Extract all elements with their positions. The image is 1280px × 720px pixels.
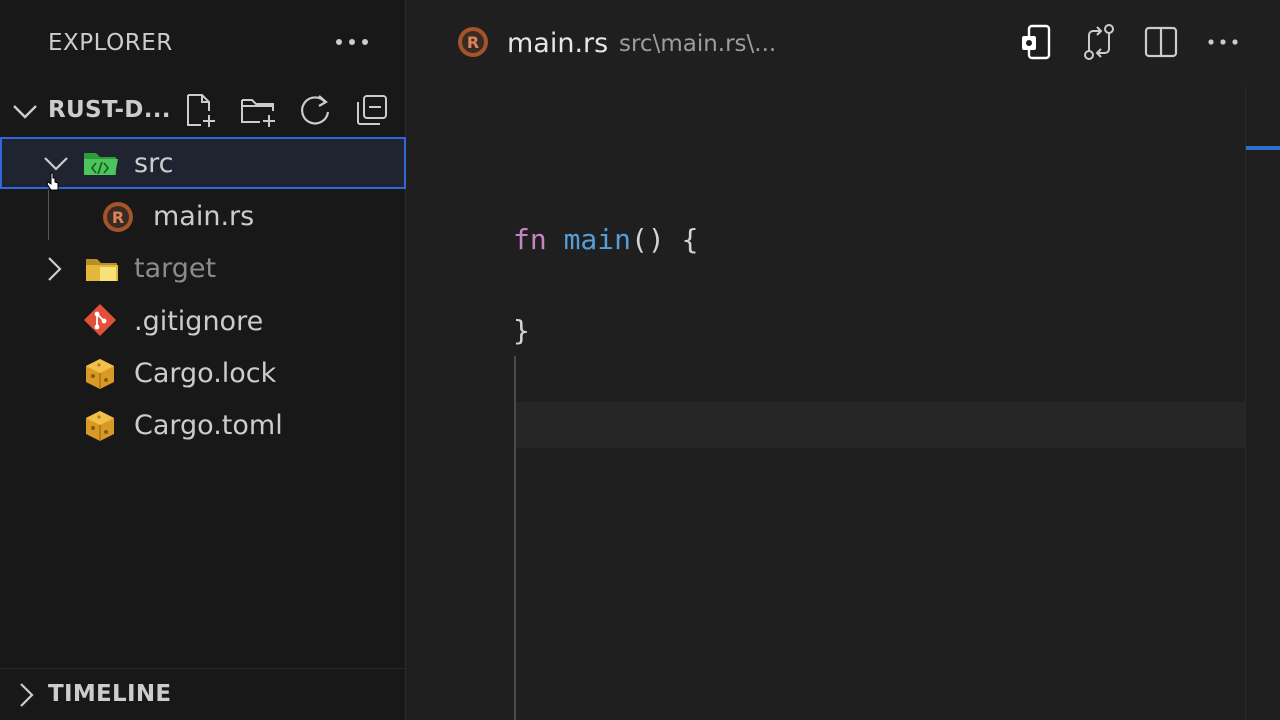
rust-file-icon: R bbox=[455, 24, 491, 60]
mouse-pointer-icon bbox=[46, 172, 60, 192]
workspace-title: RUST-D... bbox=[48, 97, 171, 123]
editor-tab-bar: R main.rs src\main.rs\... bbox=[407, 0, 1280, 86]
tree-item-label: src bbox=[134, 148, 174, 179]
indent-guide bbox=[514, 356, 516, 720]
explorer-sidebar: EXPLORER RUST-D... src R main.rs target … bbox=[0, 0, 406, 720]
tree-item-cargo-lock[interactable]: Cargo.lock bbox=[0, 348, 406, 400]
tree-item-label: target bbox=[134, 253, 217, 284]
timeline-section-header[interactable]: TIMELINE bbox=[0, 668, 406, 720]
cargo-icon bbox=[82, 408, 118, 444]
chevron-right-icon[interactable] bbox=[40, 255, 68, 283]
new-file-button[interactable] bbox=[180, 90, 220, 130]
function-name-token: main bbox=[563, 223, 632, 256]
device-gear-icon bbox=[1022, 24, 1051, 60]
rust-file-icon: R bbox=[100, 199, 136, 235]
collapse-all-button[interactable] bbox=[352, 90, 392, 130]
more-actions-button[interactable] bbox=[330, 24, 374, 60]
code-line-1[interactable]: fn main() { bbox=[513, 223, 698, 256]
refresh-button[interactable] bbox=[295, 90, 335, 130]
tree-item-label: main.rs bbox=[153, 201, 255, 232]
cargo-icon bbox=[82, 356, 118, 392]
tree-item-label: .gitignore bbox=[134, 306, 264, 337]
punctuation-token: () { bbox=[631, 223, 699, 256]
remote-settings-button[interactable] bbox=[1017, 22, 1057, 62]
compare-changes-icon bbox=[1084, 24, 1114, 60]
tab-title[interactable]: main.rs bbox=[507, 28, 608, 59]
chevron-right-icon bbox=[12, 681, 40, 709]
tree-item-label: Cargo.lock bbox=[134, 358, 277, 389]
tree-item-target[interactable]: target bbox=[0, 243, 406, 295]
minimap[interactable] bbox=[1245, 86, 1280, 720]
refresh-icon bbox=[301, 95, 330, 125]
svg-text:R: R bbox=[112, 208, 124, 227]
svg-text:R: R bbox=[467, 33, 479, 52]
collapse-all-icon bbox=[357, 95, 387, 125]
split-editor-icon bbox=[1144, 26, 1178, 58]
tree-item-label: Cargo.toml bbox=[134, 410, 283, 441]
open-changes-button[interactable] bbox=[1079, 22, 1119, 62]
new-folder-button[interactable] bbox=[238, 90, 278, 130]
tree-item-main-rs[interactable]: R main.rs bbox=[0, 191, 406, 243]
new-folder-icon bbox=[241, 99, 275, 127]
ellipsis-icon bbox=[1208, 39, 1238, 45]
src-folder-icon bbox=[82, 145, 118, 181]
code-line-2[interactable]: } bbox=[513, 314, 530, 347]
ellipsis-icon bbox=[336, 39, 368, 45]
sidebar-header: EXPLORER bbox=[0, 0, 406, 84]
tree-item-cargo-toml[interactable]: Cargo.toml bbox=[0, 400, 406, 452]
current-line-highlight bbox=[515, 402, 1245, 448]
editor-pane: R main.rs src\main.rs\... fn main() {} bbox=[407, 0, 1280, 720]
timeline-title: TIMELINE bbox=[48, 681, 172, 707]
editor-more-actions-button[interactable] bbox=[1203, 22, 1243, 62]
workspace-section-header[interactable]: RUST-D... bbox=[0, 86, 406, 134]
new-file-icon bbox=[187, 94, 215, 127]
tree-item-src[interactable]: src bbox=[0, 137, 406, 189]
code-editor[interactable]: fn main() { } bbox=[407, 86, 1280, 720]
explorer-title: EXPLORER bbox=[48, 30, 173, 56]
split-editor-button[interactable] bbox=[1141, 22, 1181, 62]
git-icon bbox=[82, 302, 118, 338]
tab-path: src\main.rs\... bbox=[619, 31, 777, 57]
minimap-slider[interactable] bbox=[1246, 146, 1280, 150]
closing-brace-token: } bbox=[513, 314, 530, 347]
tree-item-gitignore[interactable]: .gitignore bbox=[0, 296, 406, 348]
chevron-down-icon bbox=[10, 96, 40, 126]
keyword-token: fn bbox=[513, 223, 547, 256]
folder-icon bbox=[84, 251, 120, 287]
